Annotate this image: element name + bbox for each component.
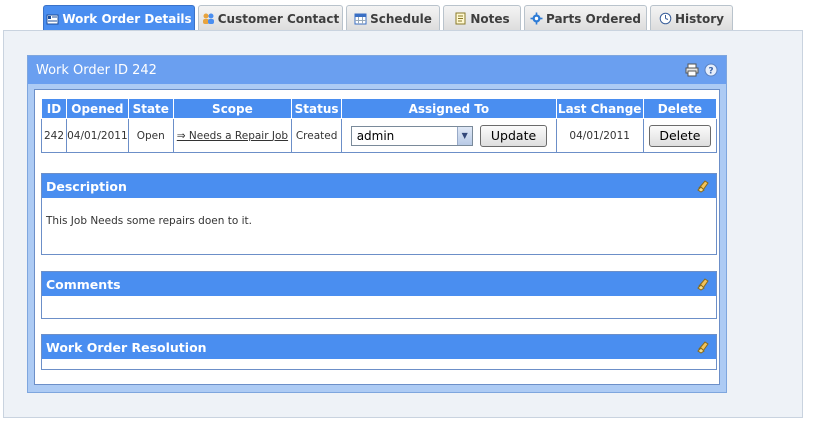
col-assigned-to: Assigned To — [341, 98, 557, 119]
assigned-to-select[interactable]: admin ▼ — [350, 125, 473, 146]
tab-schedule[interactable]: Schedule — [346, 5, 440, 31]
calendar-icon — [354, 13, 367, 25]
description-section: Description This Job Needs some repairs … — [41, 173, 717, 255]
comments-header: Comments — [42, 272, 716, 296]
col-state: State — [127, 98, 174, 119]
comments-section: Comments — [41, 271, 717, 319]
resolution-section: Work Order Resolution — [41, 334, 717, 370]
cell-opened: 04/01/2011 — [66, 118, 129, 153]
update-button[interactable]: Update — [480, 124, 548, 147]
description-header: Description — [42, 174, 716, 198]
panel-header: Work Order ID 242 ? — [28, 56, 726, 84]
resolution-title: Work Order Resolution — [46, 339, 207, 355]
col-delete: Delete — [642, 98, 718, 119]
resolution-header: Work Order Resolution — [42, 335, 716, 359]
col-scope: Scope — [172, 98, 293, 119]
tab-parts-ordered[interactable]: Parts Ordered — [524, 5, 647, 31]
col-last-change: Last Change — [555, 98, 644, 119]
description-body: This Job Needs some repairs doen to it. — [46, 215, 252, 227]
description-title: Description — [46, 178, 127, 194]
tab-label: Work Order Details — [62, 12, 192, 26]
panel-body: ID Opened State Scope Status Assigned To… — [34, 89, 720, 385]
comments-title: Comments — [46, 276, 121, 292]
cell-state: Open — [127, 118, 174, 153]
details-icon — [46, 14, 59, 24]
contacts-icon — [202, 13, 214, 24]
cell-assigned-to: admin ▼ Update — [341, 118, 557, 153]
svg-text:?: ? — [708, 67, 713, 77]
gear-icon — [530, 12, 543, 25]
tab-history[interactable]: History — [650, 5, 733, 31]
help-icon[interactable]: ? — [704, 63, 718, 77]
clock-icon — [659, 12, 672, 25]
tab-work-order-details[interactable]: Work Order Details — [43, 5, 195, 32]
panel-title: Work Order ID 242 — [36, 62, 157, 78]
edit-hand-icon[interactable] — [696, 276, 712, 292]
col-opened: Opened — [66, 98, 129, 119]
scope-link[interactable]: ⇒ Needs a Repair Job — [177, 130, 288, 142]
cell-delete: Delete — [642, 118, 718, 153]
table-row: 242 04/01/2011 Open ⇒ Needs a Repair Job… — [40, 118, 718, 153]
work-order-table: ID Opened State Scope Status Assigned To… — [40, 98, 718, 153]
tab-bar: Work Order Details Customer Contact Sche… — [0, 0, 813, 32]
cell-last-change: 04/01/2011 — [555, 118, 644, 153]
edit-hand-icon[interactable] — [696, 178, 712, 194]
cell-id: 242 — [40, 118, 68, 153]
tab-customer-contact[interactable]: Customer Contact — [198, 5, 343, 31]
tab-notes[interactable]: Notes — [443, 5, 521, 31]
cell-status: Created — [291, 118, 343, 153]
cell-scope: ⇒ Needs a Repair Job — [172, 118, 293, 153]
tab-label: Parts Ordered — [545, 11, 642, 26]
table-header-row: ID Opened State Scope Status Assigned To… — [40, 98, 718, 119]
edit-hand-icon[interactable] — [696, 339, 712, 355]
delete-button[interactable]: Delete — [648, 124, 711, 147]
panel-actions: ? — [685, 63, 718, 77]
assigned-to-value: admin — [356, 128, 395, 143]
col-id: ID — [40, 98, 68, 119]
chevron-down-icon: ▼ — [456, 126, 472, 145]
tab-label: Schedule — [370, 11, 432, 26]
tab-label: History — [674, 11, 725, 26]
tab-label: Customer Contact — [217, 11, 340, 26]
work-order-panel: Work Order ID 242 ? ID Opened State Scop… — [27, 55, 727, 393]
tab-label: Notes — [470, 11, 510, 26]
col-status: Status — [291, 98, 343, 119]
print-icon[interactable] — [685, 63, 699, 77]
notes-icon — [455, 12, 466, 25]
